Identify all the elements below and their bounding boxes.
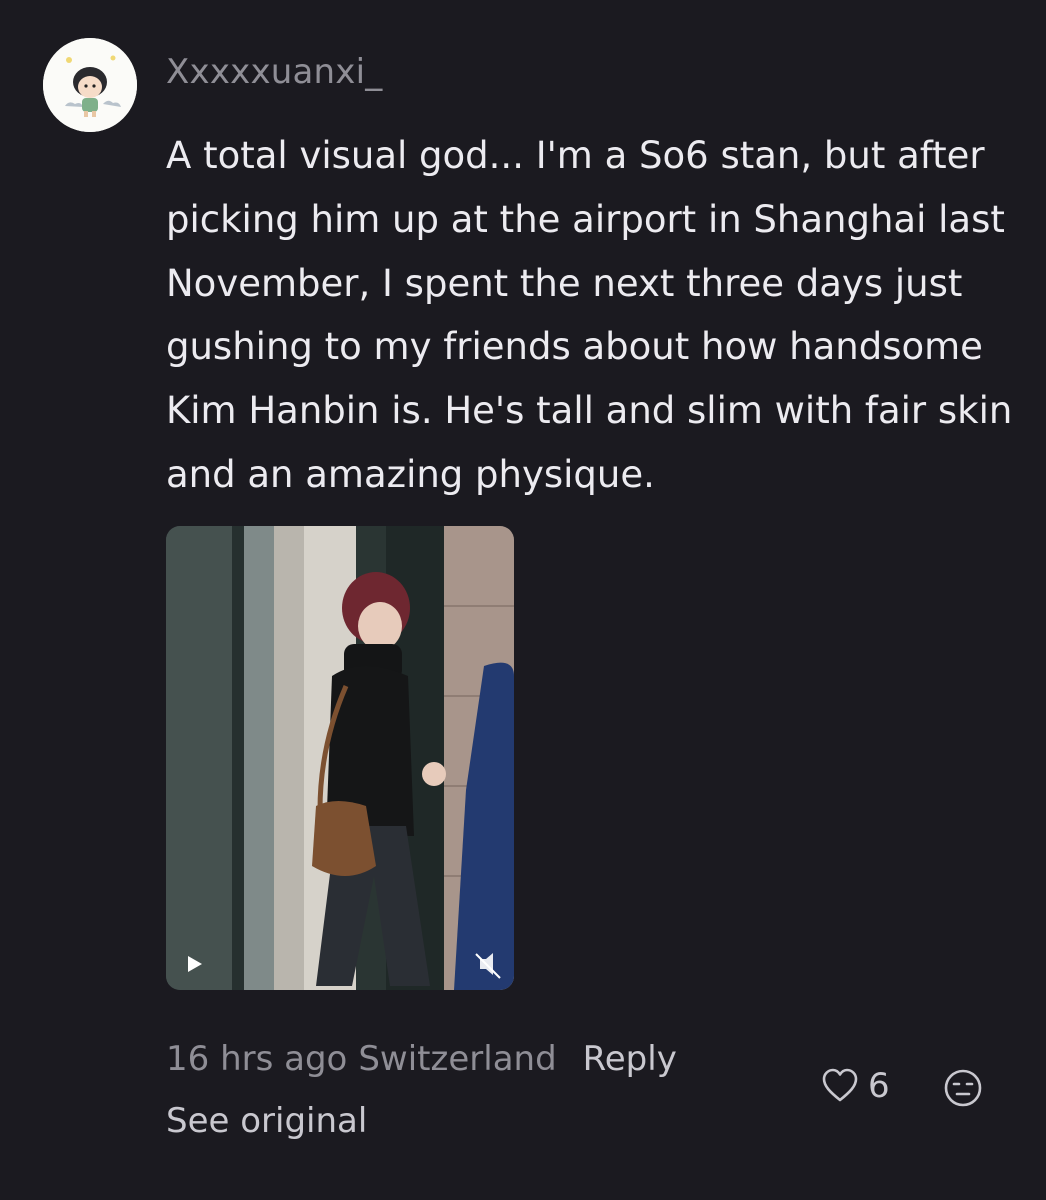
cartoon-avatar-icon xyxy=(43,38,137,132)
like-button[interactable]: 6 xyxy=(820,1064,890,1108)
comment-text: A total visual god... I'm a So6 stan, bu… xyxy=(166,134,1013,496)
user-avatar[interactable] xyxy=(43,38,137,132)
video-thumbnail[interactable] xyxy=(166,526,514,990)
see-original-link[interactable]: See original xyxy=(166,1096,367,1146)
comment-username[interactable]: Xxxxxuanxi_ xyxy=(166,50,382,94)
video-frame xyxy=(166,526,514,990)
comment-location: Switzerland xyxy=(358,1039,557,1079)
reply-button[interactable]: Reply xyxy=(583,1039,677,1079)
emoji-face-icon[interactable] xyxy=(943,1068,983,1108)
comment-meta: 16 hrs ago Switzerland Reply xyxy=(166,1034,677,1084)
like-count: 6 xyxy=(868,1066,890,1106)
comment-timestamp: 16 hrs ago xyxy=(166,1039,348,1079)
heart-outline-icon xyxy=(822,1068,858,1102)
